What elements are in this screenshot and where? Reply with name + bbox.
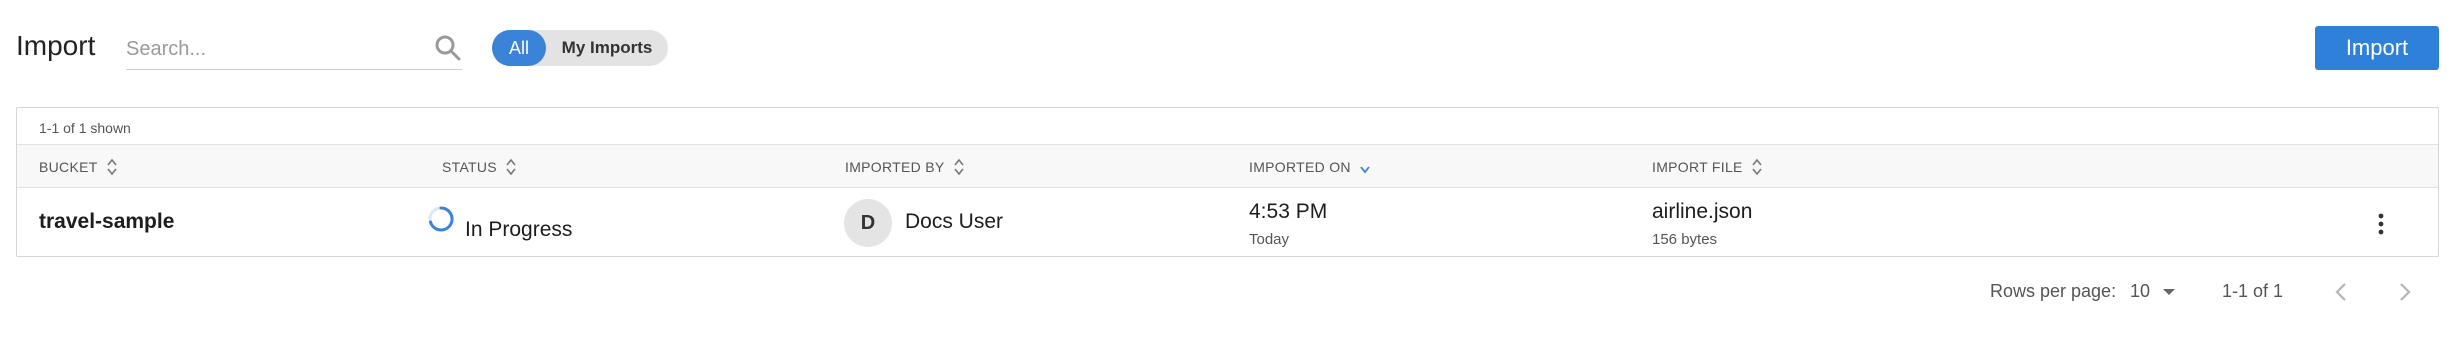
column-header-imported-on[interactable]: IMPORTED ON bbox=[1249, 158, 1371, 176]
import-filter-toggle: All My Imports bbox=[492, 30, 668, 66]
import-file-size: 156 bytes bbox=[1652, 231, 1718, 248]
search-input[interactable] bbox=[126, 30, 462, 68]
sort-icon bbox=[506, 158, 516, 176]
import-file-name: airline.json bbox=[1652, 200, 1753, 223]
page-title: Import bbox=[16, 30, 96, 61]
column-label: IMPORTED BY bbox=[845, 159, 945, 175]
rows-per-page-label: Rows per page: bbox=[1990, 281, 2117, 301]
chevron-right-icon[interactable] bbox=[2392, 280, 2416, 304]
imported-on-date: Today bbox=[1249, 231, 1290, 248]
imported-on-time: 4:53 PM bbox=[1249, 200, 1328, 223]
column-label: IMPORTED ON bbox=[1249, 159, 1351, 175]
filter-my-imports-button[interactable]: My Imports bbox=[546, 30, 668, 66]
column-header-bucket[interactable]: BUCKET bbox=[39, 158, 118, 176]
more-vertical-icon[interactable] bbox=[2369, 210, 2393, 238]
sort-icon bbox=[953, 158, 964, 176]
chevron-left-icon[interactable] bbox=[2330, 280, 2354, 304]
column-header-status[interactable]: STATUS bbox=[442, 158, 517, 176]
filter-all-button[interactable]: All bbox=[492, 30, 546, 66]
search-icon[interactable] bbox=[434, 34, 462, 62]
column-label: BUCKET bbox=[39, 159, 98, 175]
status-cell: In Progress bbox=[427, 204, 572, 242]
spinner-icon bbox=[428, 206, 454, 232]
avatar: D bbox=[844, 199, 892, 247]
chevron-down-icon bbox=[2163, 288, 2176, 295]
bucket-name: travel-sample bbox=[39, 210, 175, 233]
sort-icon bbox=[106, 158, 117, 176]
table-row[interactable]: travel-sample In Progress D Docs User 4:… bbox=[17, 188, 2438, 257]
imports-table: 1-1 of 1 shown BUCKET STATUS IMPORTED BY… bbox=[16, 107, 2439, 257]
sort-desc-icon bbox=[1360, 166, 1370, 174]
table-header: BUCKET STATUS IMPORTED BY IMPORTED ON IM… bbox=[17, 144, 2438, 188]
page-range: 1-1 of 1 bbox=[2222, 281, 2284, 301]
sort-icon bbox=[1752, 158, 1762, 176]
column-header-import-file[interactable]: IMPORT FILE bbox=[1652, 158, 1763, 176]
rows-per-page-select[interactable]: 10 bbox=[2130, 281, 2176, 302]
search-box[interactable] bbox=[126, 30, 462, 70]
rows-per-page-value: 10 bbox=[2130, 281, 2151, 301]
status-text: In Progress bbox=[465, 218, 573, 241]
shown-count: 1-1 of 1 shown bbox=[39, 120, 131, 136]
column-label: IMPORT FILE bbox=[1652, 159, 1743, 175]
import-button[interactable]: Import bbox=[2315, 26, 2439, 70]
imported-by-name: Docs User bbox=[905, 210, 1004, 233]
column-header-imported-by[interactable]: IMPORTED BY bbox=[845, 158, 965, 176]
column-label: STATUS bbox=[442, 159, 497, 175]
